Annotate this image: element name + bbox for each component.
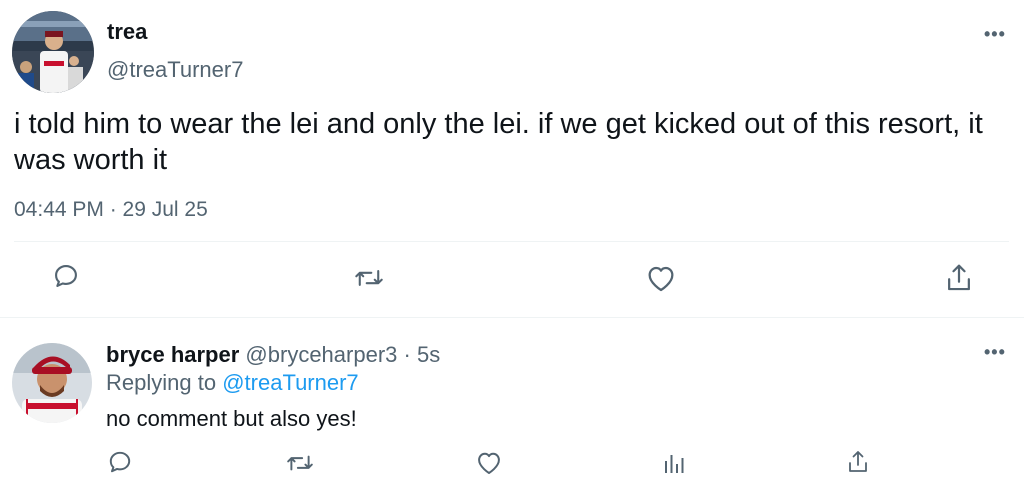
share-icon[interactable] xyxy=(846,448,870,476)
display-name[interactable]: trea xyxy=(107,19,147,45)
more-options-icon[interactable]: ••• xyxy=(984,342,1006,363)
replying-prefix: Replying to xyxy=(106,370,217,395)
retweet-icon[interactable] xyxy=(354,264,384,292)
share-icon[interactable] xyxy=(944,262,974,294)
user-handle[interactable]: @treaTurner7 xyxy=(107,57,243,83)
reply-icon[interactable] xyxy=(52,262,80,290)
avatar[interactable] xyxy=(12,11,94,93)
reply-icon[interactable] xyxy=(107,449,133,475)
more-options-icon[interactable]: ••• xyxy=(984,24,1006,45)
analytics-icon[interactable] xyxy=(662,450,686,476)
replying-to-mention[interactable]: @treaTurner7 xyxy=(222,370,358,395)
profile-photo xyxy=(12,343,92,423)
main-tweet: trea @treaTurner7 ••• i told him to wear… xyxy=(0,0,1024,318)
reply-tweet[interactable]: bryce harper @bryceharper3 · 5s ••• Repl… xyxy=(0,319,1024,494)
replying-to: Replying to @treaTurner7 xyxy=(106,370,359,396)
retweet-icon[interactable] xyxy=(286,450,314,476)
user-handle[interactable]: @bryceharper3 xyxy=(245,342,397,367)
divider xyxy=(14,241,1009,242)
reply-header: bryce harper @bryceharper3 · 5s xyxy=(106,342,440,368)
display-name[interactable]: bryce harper xyxy=(106,342,239,367)
separator: · xyxy=(403,342,411,367)
reply-text: no comment but also yes! xyxy=(106,406,357,431)
avatar[interactable] xyxy=(12,343,92,423)
reply-time[interactable]: 5s xyxy=(417,342,440,367)
like-icon[interactable] xyxy=(645,263,677,293)
like-icon[interactable] xyxy=(475,449,503,476)
tweet-text: i told him to wear the lei and only the … xyxy=(14,108,983,176)
tweet-timestamp[interactable]: 04:44 PM · 29 Jul 25 xyxy=(14,198,208,222)
profile-photo xyxy=(12,11,94,93)
